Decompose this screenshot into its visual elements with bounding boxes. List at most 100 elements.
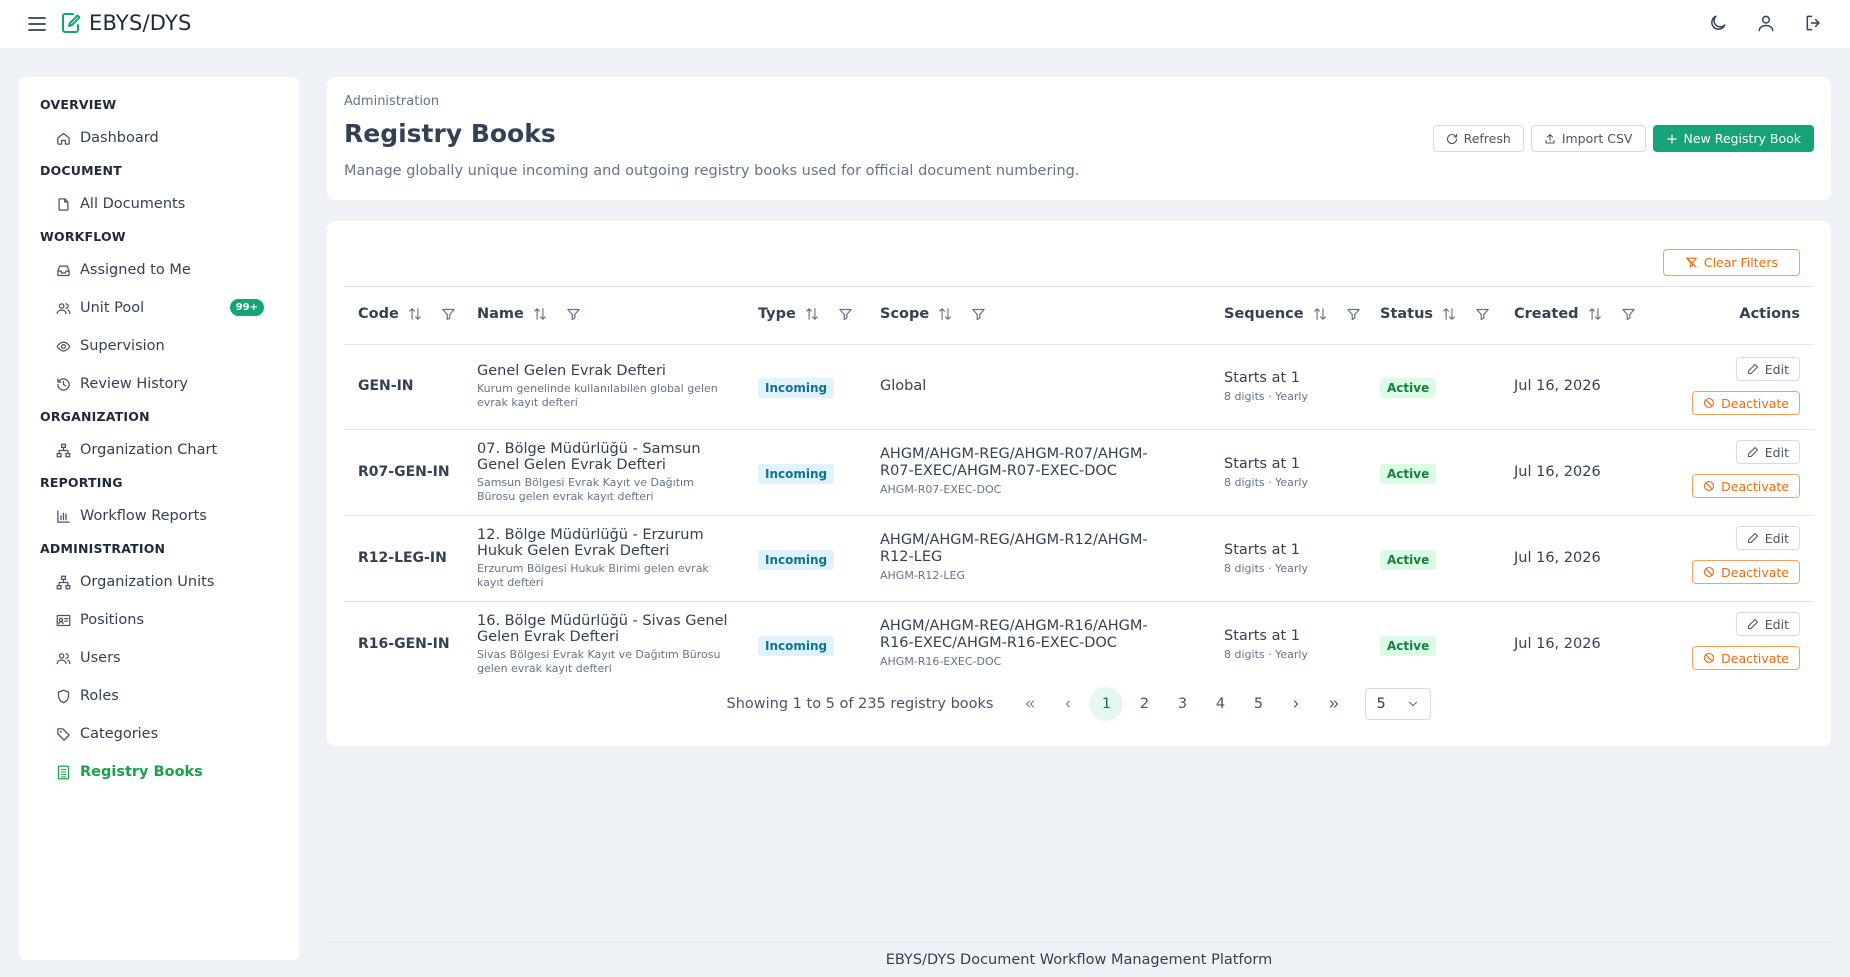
next-page-button[interactable] — [1279, 687, 1313, 721]
page-button-1[interactable]: 1 — [1089, 687, 1124, 721]
row-scope: Global — [880, 378, 927, 394]
sidebar-item-organization-units[interactable]: Organization Units — [19, 563, 299, 601]
row-created-date: Jul 16, 2026 — [1514, 378, 1601, 394]
row-sequence-detail: 8 digits · Yearly — [1224, 562, 1308, 575]
row-scope-unit: AHGM-R12-LEG — [880, 569, 965, 582]
rows-per-page-select[interactable]: 5 — [1365, 688, 1432, 720]
filter-icon[interactable] — [1346, 307, 1361, 322]
sidebar-item-supervision[interactable]: Supervision — [19, 327, 299, 365]
page-button-3[interactable]: 3 — [1165, 687, 1199, 721]
filter-icon[interactable] — [566, 307, 581, 322]
unit-pool-count-badge: 99+ — [229, 299, 264, 316]
sort-icon[interactable] — [408, 307, 422, 321]
filter-icon[interactable] — [838, 307, 853, 322]
row-name-description: Erzurum Bölgesi Hukuk Birimi gelen evrak… — [477, 562, 709, 589]
sidebar-item-unit-pool[interactable]: Unit Pool 99+ — [19, 289, 299, 327]
row-name: Genel Gelen Evrak Defteri — [477, 363, 666, 379]
bar-chart-icon — [55, 508, 71, 524]
edit-button[interactable]: Edit — [1735, 357, 1800, 381]
sidebar-item-all-documents[interactable]: All Documents — [19, 185, 299, 223]
edit-label: Edit — [1764, 444, 1789, 460]
import-csv-button[interactable]: Import CSV — [1530, 125, 1646, 152]
tag-icon — [55, 726, 71, 742]
row-name: 07. Bölge Müdürlüğü - Samsun Genel Gelen… — [477, 441, 701, 473]
sort-icon[interactable] — [1588, 307, 1602, 321]
row-created-date: Jul 16, 2026 — [1514, 550, 1601, 566]
type-badge: Incoming — [758, 636, 835, 656]
chevron-left-icon — [1066, 700, 1071, 708]
row-sequence: Starts at 1 — [1224, 542, 1300, 558]
page-button-2[interactable]: 2 — [1127, 687, 1161, 721]
clear-filters-label: Clear Filters — [1703, 255, 1778, 270]
pencil-icon — [1747, 364, 1758, 374]
filter-icon[interactable] — [441, 307, 456, 322]
prev-page-button[interactable] — [1051, 687, 1085, 721]
sidebar-item-registry-books[interactable]: Registry Books — [19, 753, 299, 791]
refresh-button[interactable]: Refresh — [1432, 125, 1524, 152]
page-button-5[interactable]: 5 — [1241, 687, 1275, 721]
theme-toggle-button[interactable] — [1706, 11, 1730, 35]
sidebar-item-workflow-reports[interactable]: Workflow Reports — [19, 497, 299, 535]
deactivate-button[interactable]: Deactivate — [1692, 560, 1800, 584]
first-page-button[interactable] — [1013, 687, 1047, 721]
sidebar-item-label: Unit Pool — [80, 300, 145, 316]
column-header-sequence: Sequence — [1224, 306, 1361, 322]
deactivate-button[interactable]: Deactivate — [1692, 646, 1800, 670]
column-label: Sequence — [1224, 306, 1304, 322]
app-logo[interactable]: EBYS/DYS — [61, 11, 192, 35]
new-registry-book-button[interactable]: New Registry Book — [1652, 125, 1814, 152]
page-button-4[interactable]: 4 — [1203, 687, 1237, 721]
pencil-icon — [1747, 619, 1758, 629]
row-code: R12-LEG-IN — [358, 550, 447, 566]
shield-icon — [55, 688, 71, 704]
users-icon — [55, 300, 71, 316]
filter-icon[interactable] — [1475, 307, 1490, 322]
hamburger-menu-button[interactable] — [26, 13, 48, 35]
sort-icon[interactable] — [1313, 307, 1327, 321]
sort-icon[interactable] — [938, 307, 952, 321]
row-name-description: Samsun Bölgesi Evrak Kayıt ve Dağıtım Bü… — [477, 476, 694, 503]
sidebar-item-review-history[interactable]: Review History — [19, 365, 299, 403]
top-bar: EBYS/DYS — [0, 0, 1850, 48]
row-name: 12. Bölge Müdürlüğü - Erzurum Hukuk Gele… — [477, 527, 704, 559]
sidebar-item-roles[interactable]: Roles — [19, 677, 299, 715]
deactivate-label: Deactivate — [1721, 478, 1789, 494]
sidebar-item-dashboard[interactable]: Dashboard — [19, 119, 299, 157]
edit-button[interactable]: Edit — [1735, 612, 1800, 636]
column-label: Status — [1380, 306, 1434, 322]
sidebar-item-categories[interactable]: Categories — [19, 715, 299, 753]
edit-button[interactable]: Edit — [1735, 526, 1800, 550]
sort-icon[interactable] — [1442, 307, 1456, 321]
sidebar-item-users[interactable]: Users — [19, 639, 299, 677]
breadcrumb[interactable]: Administration — [344, 94, 439, 109]
edit-button[interactable]: Edit — [1735, 440, 1800, 464]
sort-icon[interactable] — [533, 307, 547, 321]
page-header: Administration Registry Books Manage glo… — [327, 77, 1831, 200]
sidebar-item-organization-chart[interactable]: Organization Chart — [19, 431, 299, 469]
deactivate-button[interactable]: Deactivate — [1692, 474, 1800, 498]
last-page-button[interactable] — [1317, 687, 1351, 721]
row-code: R07-GEN-IN — [358, 464, 450, 480]
type-badge: Incoming — [758, 550, 835, 570]
ban-icon — [1704, 566, 1715, 578]
inbox-icon — [55, 262, 71, 278]
footer: EBYS/DYS Document Workflow Management Pl… — [327, 942, 1831, 977]
filter-icon[interactable] — [971, 307, 986, 322]
table-header-row: Code Name Type Scope Sequence Status Cre… — [344, 287, 1814, 345]
deactivate-button[interactable]: Deactivate — [1692, 391, 1800, 415]
sidebar-item-assigned-to-me[interactable]: Assigned to Me — [19, 251, 299, 289]
sidebar-item-positions[interactable]: Positions — [19, 601, 299, 639]
sidebar-section-workflow: WORKFLOW — [40, 229, 126, 244]
new-registry-book-label: New Registry Book — [1683, 131, 1802, 146]
filter-icon[interactable] — [1621, 307, 1636, 322]
profile-button[interactable] — [1754, 11, 1778, 35]
logout-button[interactable] — [1802, 11, 1826, 35]
refresh-label: Refresh — [1463, 131, 1511, 146]
sort-icon[interactable] — [805, 307, 819, 321]
row-name-description: Sivas Bölgesi Evrak Kayıt ve Dağıtım Bür… — [477, 648, 721, 675]
user-icon — [1758, 15, 1774, 32]
column-header-name: Name — [477, 306, 581, 322]
column-header-code: Code — [358, 306, 456, 322]
clear-filters-button[interactable]: Clear Filters — [1662, 249, 1800, 276]
upload-icon — [1545, 133, 1555, 144]
